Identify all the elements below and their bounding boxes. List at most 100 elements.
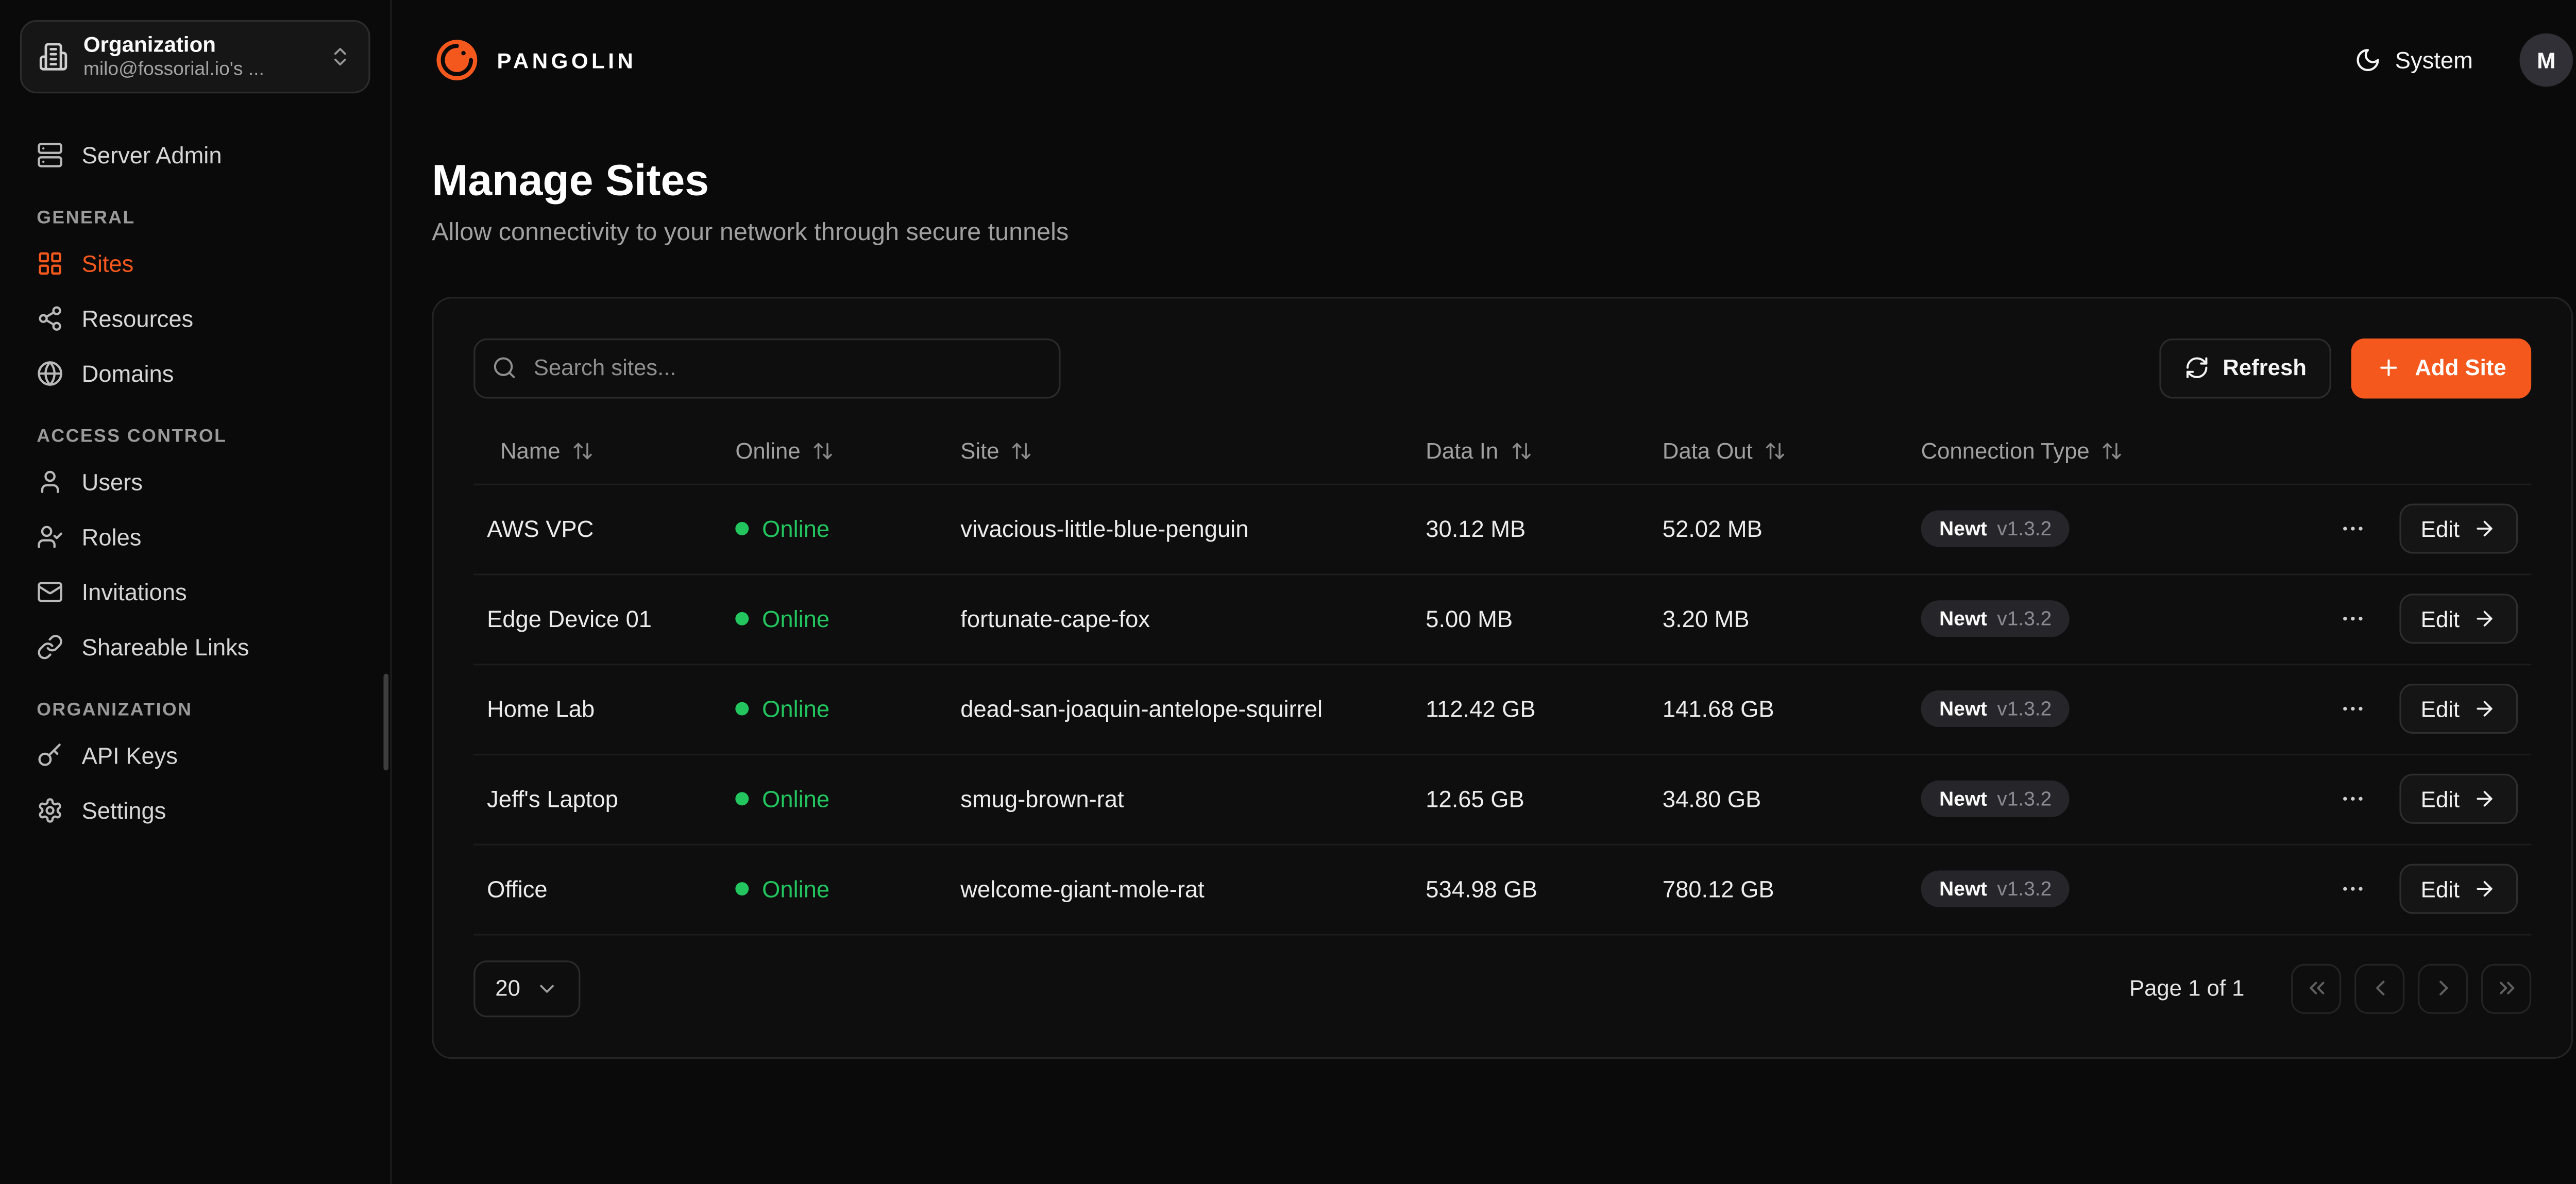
layout-grid-icon <box>37 249 63 276</box>
user-icon <box>37 468 63 495</box>
site-name: Jeff's Laptop <box>473 786 735 813</box>
site-status: Online <box>735 696 960 723</box>
avatar[interactable]: M <box>2520 33 2573 87</box>
server-icon <box>37 141 63 167</box>
edit-button[interactable]: Edit <box>2399 684 2518 734</box>
row-actions: Edit <box>2332 684 2531 734</box>
column-header-name[interactable]: Name <box>500 439 594 464</box>
ellipsis-icon <box>2339 876 2366 903</box>
row-menu-button[interactable] <box>2332 780 2372 820</box>
row-actions: Edit <box>2332 865 2531 915</box>
org-selector-text: Organization milo@fossorial.io's ... <box>83 31 314 82</box>
theme-toggle-button[interactable]: System <box>2342 37 2486 83</box>
page-subtitle: Allow connectivity to your network throu… <box>432 218 2573 247</box>
add-site-button[interactable]: Add Site <box>2351 339 2531 399</box>
ellipsis-icon <box>2339 696 2366 723</box>
sites-toolbar: Refresh Add Site <box>473 339 2531 399</box>
share-nodes-icon <box>37 305 63 331</box>
toolbar-actions: Refresh Add Site <box>2159 339 2531 399</box>
row-actions: Edit <box>2332 774 2531 824</box>
next-page-button[interactable] <box>2418 963 2468 1013</box>
sort-icon <box>1764 441 1786 463</box>
sidebar-item-server-admin[interactable]: Server Admin <box>20 127 370 182</box>
page-info: Page 1 of 1 <box>2129 976 2245 1002</box>
edit-button[interactable]: Edit <box>2399 774 2518 824</box>
sort-icon <box>1510 441 1532 463</box>
sidebar-item-invitations[interactable]: Invitations <box>20 564 370 619</box>
online-dot <box>735 522 749 536</box>
sidebar-item-settings[interactable]: Settings <box>20 782 370 837</box>
table-row: Edge Device 01 Online fortunate-cape-fox… <box>473 575 2531 665</box>
table-row: Office Online welcome-giant-mole-rat 534… <box>473 845 2531 936</box>
data-in: 12.65 GB <box>1426 786 1663 813</box>
connection-type: Newtv1.3.2 <box>1921 781 2333 818</box>
sidebar-item-sites[interactable]: Sites <box>20 235 370 290</box>
column-header-connection-type[interactable]: Connection Type <box>1921 439 2123 464</box>
theme-label: System <box>2395 47 2473 74</box>
connection-name: Newt <box>1939 607 1987 631</box>
sidebar-item-users[interactable]: Users <box>20 453 370 509</box>
app: Organization milo@fossorial.io's ... Ser… <box>0 0 2576 1184</box>
mail-icon <box>37 578 63 604</box>
sidebar-item-label: Shareable Links <box>82 633 249 659</box>
sidebar-scrollbar[interactable] <box>383 674 388 771</box>
gear-icon <box>37 796 63 823</box>
connection-badge: Newtv1.3.2 <box>1921 601 2070 637</box>
search-input[interactable] <box>473 339 1060 399</box>
row-menu-button[interactable] <box>2332 870 2372 910</box>
column-header-site[interactable]: Site <box>960 439 1032 464</box>
sidebar-item-label: Server Admin <box>82 141 222 167</box>
sidebar-item-shareable-links[interactable]: Shareable Links <box>20 619 370 674</box>
edit-button[interactable]: Edit <box>2399 594 2518 644</box>
last-page-button[interactable] <box>2481 963 2531 1013</box>
page-size-select[interactable]: 20 <box>473 960 580 1017</box>
user-check-icon <box>37 523 63 550</box>
site-name: Office <box>473 876 735 903</box>
data-out: 141.68 GB <box>1663 696 1921 723</box>
chevron-down-icon <box>535 977 558 1000</box>
column-header-online[interactable]: Online <box>735 439 834 464</box>
sidebar-item-label: Invitations <box>82 578 187 604</box>
section-label-organization: ORGANIZATION <box>37 700 353 720</box>
arrow-right-icon <box>2473 878 2496 901</box>
link-icon <box>37 633 63 659</box>
online-label: Online <box>762 696 829 723</box>
edit-button[interactable]: Edit <box>2399 865 2518 915</box>
first-page-button[interactable] <box>2291 963 2341 1013</box>
sort-icon <box>572 441 594 463</box>
prev-page-button[interactable] <box>2354 963 2404 1013</box>
sites-panel: Refresh Add Site Name Online Site Data I… <box>432 297 2573 1059</box>
sidebar-item-label: Domains <box>82 359 174 386</box>
sidebar-item-roles[interactable]: Roles <box>20 509 370 564</box>
chevrons-up-down-icon <box>329 45 352 68</box>
column-header-data-in[interactable]: Data In <box>1426 439 1532 464</box>
table-row: Jeff's Laptop Online smug-brown-rat 12.6… <box>473 755 2531 845</box>
site-status: Online <box>735 786 960 813</box>
online-label: Online <box>762 876 829 903</box>
column-header-data-out[interactable]: Data Out <box>1663 439 1786 464</box>
row-menu-button[interactable] <box>2332 689 2372 730</box>
sidebar-item-label: Sites <box>82 249 134 276</box>
data-in: 30.12 MB <box>1426 516 1663 543</box>
row-actions: Edit <box>2332 594 2531 644</box>
ellipsis-icon <box>2339 606 2366 633</box>
table-row: Home Lab Online dead-san-joaquin-antelop… <box>473 665 2531 755</box>
online-dot <box>735 883 749 896</box>
online-label: Online <box>762 606 829 633</box>
sidebar-item-domains[interactable]: Domains <box>20 345 370 400</box>
edit-button[interactable]: Edit <box>2399 504 2518 554</box>
data-in: 5.00 MB <box>1426 606 1663 633</box>
row-actions: Edit <box>2332 504 2531 554</box>
sidebar-item-label: API Keys <box>82 741 178 768</box>
sidebar-item-api-keys[interactable]: API Keys <box>20 727 370 782</box>
site-status: Online <box>735 876 960 903</box>
refresh-button[interactable]: Refresh <box>2159 339 2331 399</box>
row-menu-button[interactable] <box>2332 599 2372 639</box>
row-menu-button[interactable] <box>2332 509 2372 549</box>
org-selector[interactable]: Organization milo@fossorial.io's ... <box>20 20 370 93</box>
brand: PANGOLIN <box>432 35 636 85</box>
sidebar-item-resources[interactable]: Resources <box>20 290 370 345</box>
chevrons-left-icon <box>2303 976 2329 1002</box>
sort-icon <box>1011 441 1032 463</box>
table-header: Name Online Site Data In Data Out Connec… <box>473 420 2531 485</box>
